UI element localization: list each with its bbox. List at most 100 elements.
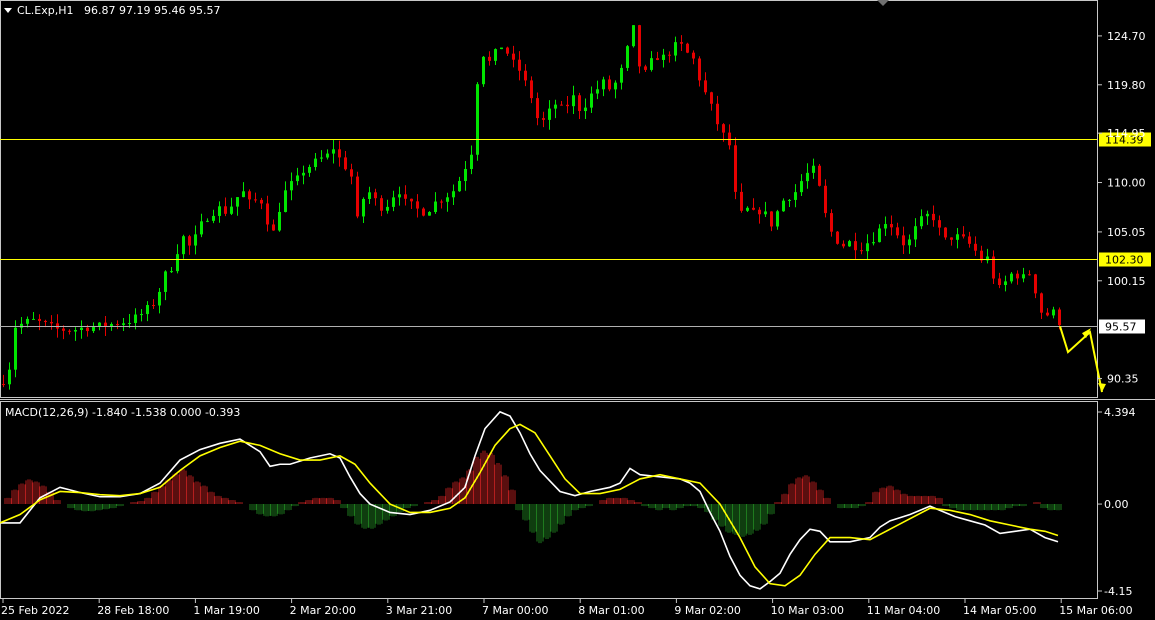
candle-body [854,241,857,251]
candle-body [746,207,749,211]
price-tick-label: 124.70 [1107,30,1146,43]
candle-body [338,149,341,158]
candle-body [302,172,305,176]
candle-body [86,327,89,332]
candle-body [734,145,737,192]
candle-body [320,157,323,159]
candle-body [482,56,485,85]
candle-body [902,235,905,246]
candle-body [626,46,629,68]
candle-body [932,213,935,221]
candle-body [488,56,491,61]
candle-body [206,220,209,222]
time-tick-label: 28 Feb 18:00 [97,604,169,617]
candle-body [782,200,785,212]
candle-body [608,79,611,90]
candle-body [1040,293,1043,313]
candle-body [380,198,383,211]
candle-body [248,191,251,200]
level-price-label: 102.30 [1105,254,1144,267]
candle-body [404,194,407,199]
candle-body [80,327,83,331]
time-tick-label: 7 Mar 00:00 [482,604,548,617]
chart-background [0,0,1155,620]
candle-body [998,278,1001,286]
candle-body [692,52,695,59]
candle-body [566,104,569,107]
price-tick-label: 119.80 [1107,79,1146,92]
candle-body [602,79,605,90]
candle-body [752,207,755,210]
candle-body [686,43,689,53]
candle-body [14,327,17,370]
candle-body [830,213,833,232]
candle-body [722,124,725,133]
candle-body [968,236,971,244]
candle-body [494,49,497,61]
price-chart[interactable]: 114.39102.3095.57 124.70119.80114.95110.… [0,0,1155,620]
candle-body [1010,273,1013,282]
candle-body [614,82,617,90]
candle-body [596,89,599,94]
candle-body [164,271,167,292]
candle-body [944,227,947,238]
candle-body [116,324,119,326]
candle-body [740,191,743,211]
candle-body [56,323,59,329]
candle-body [506,47,509,54]
candle-body [728,132,731,146]
candle-body [1058,309,1061,326]
candle-body [896,227,899,236]
candle-body [284,190,287,212]
candle-body [440,201,443,203]
candle-body [314,158,317,167]
candle-body [650,58,653,70]
candle-body [476,84,479,155]
candle-body [500,47,503,50]
candle-body [638,25,641,67]
candle-body [146,305,149,315]
candle-body [50,322,53,324]
candle-body [20,323,23,328]
candle-body [926,213,929,217]
candle-body [266,203,269,225]
candle-body [392,197,395,207]
candle-body [422,208,425,216]
candle-body [230,206,233,214]
candle-body [770,211,773,227]
candle-body [470,154,473,170]
candle-body [584,107,587,112]
candle-body [8,369,11,385]
candle-body [938,220,941,228]
candle-body [278,211,281,231]
candle-body [806,172,809,182]
ohlc-label: 96.87 97.19 95.46 95.57 [84,4,220,17]
candle-body [548,108,551,120]
price-tick-label: 100.15 [1107,275,1146,288]
candle-body [398,194,401,198]
candle-body [890,224,893,228]
macd-tick-label: 0.00 [1104,498,1129,511]
candle-body [38,318,41,321]
candle-body [290,181,293,191]
candle-body [836,231,839,244]
candle-body [176,254,179,272]
candle-body [362,198,365,217]
candle-body [764,211,767,215]
time-tick-label: 2 Mar 20:00 [290,604,356,617]
candle-body [668,54,671,56]
candle-body [446,197,449,202]
macd-tick-label: -4.15 [1104,585,1132,598]
candle-body [866,243,869,252]
candle-body [572,95,575,107]
candle-body [242,191,245,198]
candle-body [716,103,719,125]
candle-body [296,175,299,182]
candle-body [458,180,461,192]
candle-body [680,42,683,44]
candle-body [620,67,623,83]
candle-body [272,224,275,231]
candle-body [182,236,185,255]
candle-body [128,322,131,324]
candle-body [512,53,515,60]
